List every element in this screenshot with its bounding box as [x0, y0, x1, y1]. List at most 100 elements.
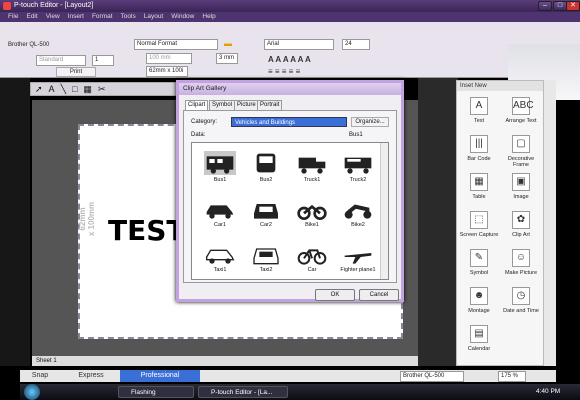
- task-ptouch[interactable]: P-touch Editor - [La...: [198, 386, 288, 398]
- clipart-item[interactable]: Truck2: [338, 145, 378, 185]
- grid-icon[interactable]: ▦: [83, 83, 92, 95]
- status-printer[interactable]: Brother QL-500: [400, 371, 464, 382]
- tab-symbol[interactable]: Symbol: [209, 100, 236, 110]
- inset-item-icon: A: [470, 97, 488, 115]
- copies-input[interactable]: 1: [92, 55, 114, 66]
- inset-item[interactable]: ▤ Calendar: [459, 321, 499, 367]
- mode-professional[interactable]: Professional: [120, 370, 200, 382]
- menu-window[interactable]: Window: [171, 12, 194, 22]
- task-flashing[interactable]: Flashing: [118, 386, 194, 398]
- mode-snap[interactable]: Snap: [20, 370, 60, 382]
- truck-icon: [298, 157, 326, 174]
- print-button[interactable]: Print: [56, 67, 96, 77]
- close-button[interactable]: ✕: [566, 1, 580, 11]
- menu-edit[interactable]: Edit: [26, 12, 37, 22]
- inset-title: Inset New: [457, 81, 543, 91]
- menu-layout[interactable]: Layout: [144, 12, 164, 22]
- inset-item-label: Montage: [468, 308, 490, 314]
- color-icon[interactable]: ▬: [224, 39, 232, 49]
- clipart-item[interactable]: Bus2: [246, 145, 286, 185]
- bold-icon[interactable]: A A A A A A: [268, 55, 311, 65]
- mode-bar: Snap Express Professional Brother QL-500…: [20, 370, 556, 382]
- print-mode-select[interactable]: Standard: [36, 55, 86, 66]
- left-rail: [0, 78, 30, 366]
- clipart-grid: Bus1 Bus2 Truck1 Truck2 Car1 Car2 Bike1 Bike2 Ta…: [191, 142, 389, 280]
- inset-item[interactable]: ◷ Date and Time: [501, 283, 541, 329]
- margin-input[interactable]: 3 mm: [216, 53, 238, 64]
- clipart-item-label: Bus1: [213, 177, 227, 183]
- zoom-select[interactable]: 175 %: [498, 371, 526, 382]
- tab-clipart[interactable]: Clipart: [185, 100, 209, 110]
- clipart-item[interactable]: Taxi1: [200, 235, 240, 275]
- inset-item-label: Clip Art: [512, 232, 530, 238]
- font-select[interactable]: Arial: [264, 39, 334, 50]
- pointer-icon[interactable]: ➚: [35, 83, 43, 95]
- menu-tools[interactable]: Tools: [121, 12, 136, 22]
- side-tabs: [544, 80, 556, 366]
- menu-help[interactable]: Help: [202, 12, 215, 22]
- tab-portrait[interactable]: Portrait: [257, 100, 283, 110]
- organize-button[interactable]: Organize...: [351, 117, 389, 127]
- clipart-item-label: Car2: [260, 222, 272, 228]
- menu-format[interactable]: Format: [92, 12, 113, 22]
- sheet-tab[interactable]: Sheet 1: [32, 356, 418, 366]
- inset-item-label: Screen Capture: [459, 232, 499, 238]
- inset-item-label: Date and Time: [503, 308, 539, 314]
- align-icon[interactable]: ≡ ≡ ≡ ≡ ≡: [268, 67, 300, 77]
- minimize-button[interactable]: –: [538, 1, 552, 11]
- car-icon: [206, 205, 234, 219]
- inset-item-icon: ▢: [512, 135, 530, 153]
- property-toolbar: Brother QL-500 Standard 1 Print Normal F…: [0, 22, 580, 100]
- motorbike-icon: [297, 204, 327, 220]
- draw-toolbar: ➚ A ╲ □ ▦ ✂: [30, 82, 180, 96]
- window-title: P-touch Editor - [Layout2]: [14, 2, 94, 9]
- clipart-item[interactable]: Car2: [246, 190, 286, 230]
- label-size-select[interactable]: 62mm x 100i: [146, 66, 188, 77]
- clipart-item-label: Bike2: [351, 222, 365, 228]
- bus-front-icon: [256, 153, 276, 173]
- taxi-icon: [206, 249, 235, 264]
- grid-scrollbar[interactable]: [380, 143, 388, 279]
- font-size-select[interactable]: 24: [342, 39, 370, 50]
- clipart-item[interactable]: Bike2: [338, 190, 378, 230]
- cancel-button[interactable]: Cancel: [359, 289, 399, 301]
- inset-panel: Inset New A Text ABC Arrange Text ||| Bar Cod…: [456, 80, 544, 366]
- clipart-item[interactable]: Taxi2: [246, 235, 286, 275]
- rect-tool-icon[interactable]: □: [72, 83, 77, 95]
- text-tool-icon[interactable]: A: [49, 83, 55, 95]
- inset-item-label: Bar Code: [467, 156, 491, 162]
- line-tool-icon[interactable]: ╲: [61, 83, 66, 95]
- length-input[interactable]: 100 mm: [146, 53, 192, 64]
- inset-item-icon: ☻: [470, 287, 488, 305]
- clipart-item[interactable]: Truck1: [292, 145, 332, 185]
- tab-picture[interactable]: Picture: [234, 100, 259, 110]
- menu-insert[interactable]: Insert: [68, 12, 84, 22]
- clipart-item[interactable]: Car: [292, 235, 332, 275]
- mode-express[interactable]: Express: [66, 370, 116, 382]
- right-gutter: [418, 78, 458, 366]
- start-orb-icon[interactable]: [24, 384, 40, 400]
- label-size-text: 62mm x 100mm: [78, 201, 96, 237]
- menu-file[interactable]: File: [8, 12, 18, 22]
- clipart-item[interactable]: Fighter plane1: [338, 235, 378, 275]
- ok-button[interactable]: OK: [315, 289, 355, 301]
- clipart-item[interactable]: Bike1: [292, 190, 332, 230]
- format-select[interactable]: Normal Format: [134, 39, 218, 50]
- clipart-item[interactable]: Car1: [200, 190, 240, 230]
- inset-item-icon: ✎: [470, 249, 488, 267]
- inset-item-icon: ABC: [512, 97, 534, 115]
- clipart-item-label: Bus2: [259, 177, 273, 183]
- fire-truck-icon: [344, 157, 372, 174]
- car-front-icon: [254, 204, 278, 219]
- label-text[interactable]: TEST: [108, 214, 186, 247]
- inset-item-icon: ▣: [512, 173, 530, 191]
- clipart-item-label: Truck2: [349, 177, 367, 183]
- maximize-button[interactable]: □: [553, 1, 567, 11]
- cut-icon[interactable]: ✂: [98, 83, 106, 95]
- inset-item-label: Decorative Frame: [507, 156, 535, 168]
- menu-view[interactable]: View: [46, 12, 60, 22]
- category-select[interactable]: Vehicles and Buildings: [231, 117, 347, 127]
- bus-icon: [204, 151, 236, 175]
- clip-art-dialog: Clip Art Gallery Clipart Symbol Picture …: [176, 80, 404, 302]
- clipart-item[interactable]: Bus1: [200, 145, 240, 185]
